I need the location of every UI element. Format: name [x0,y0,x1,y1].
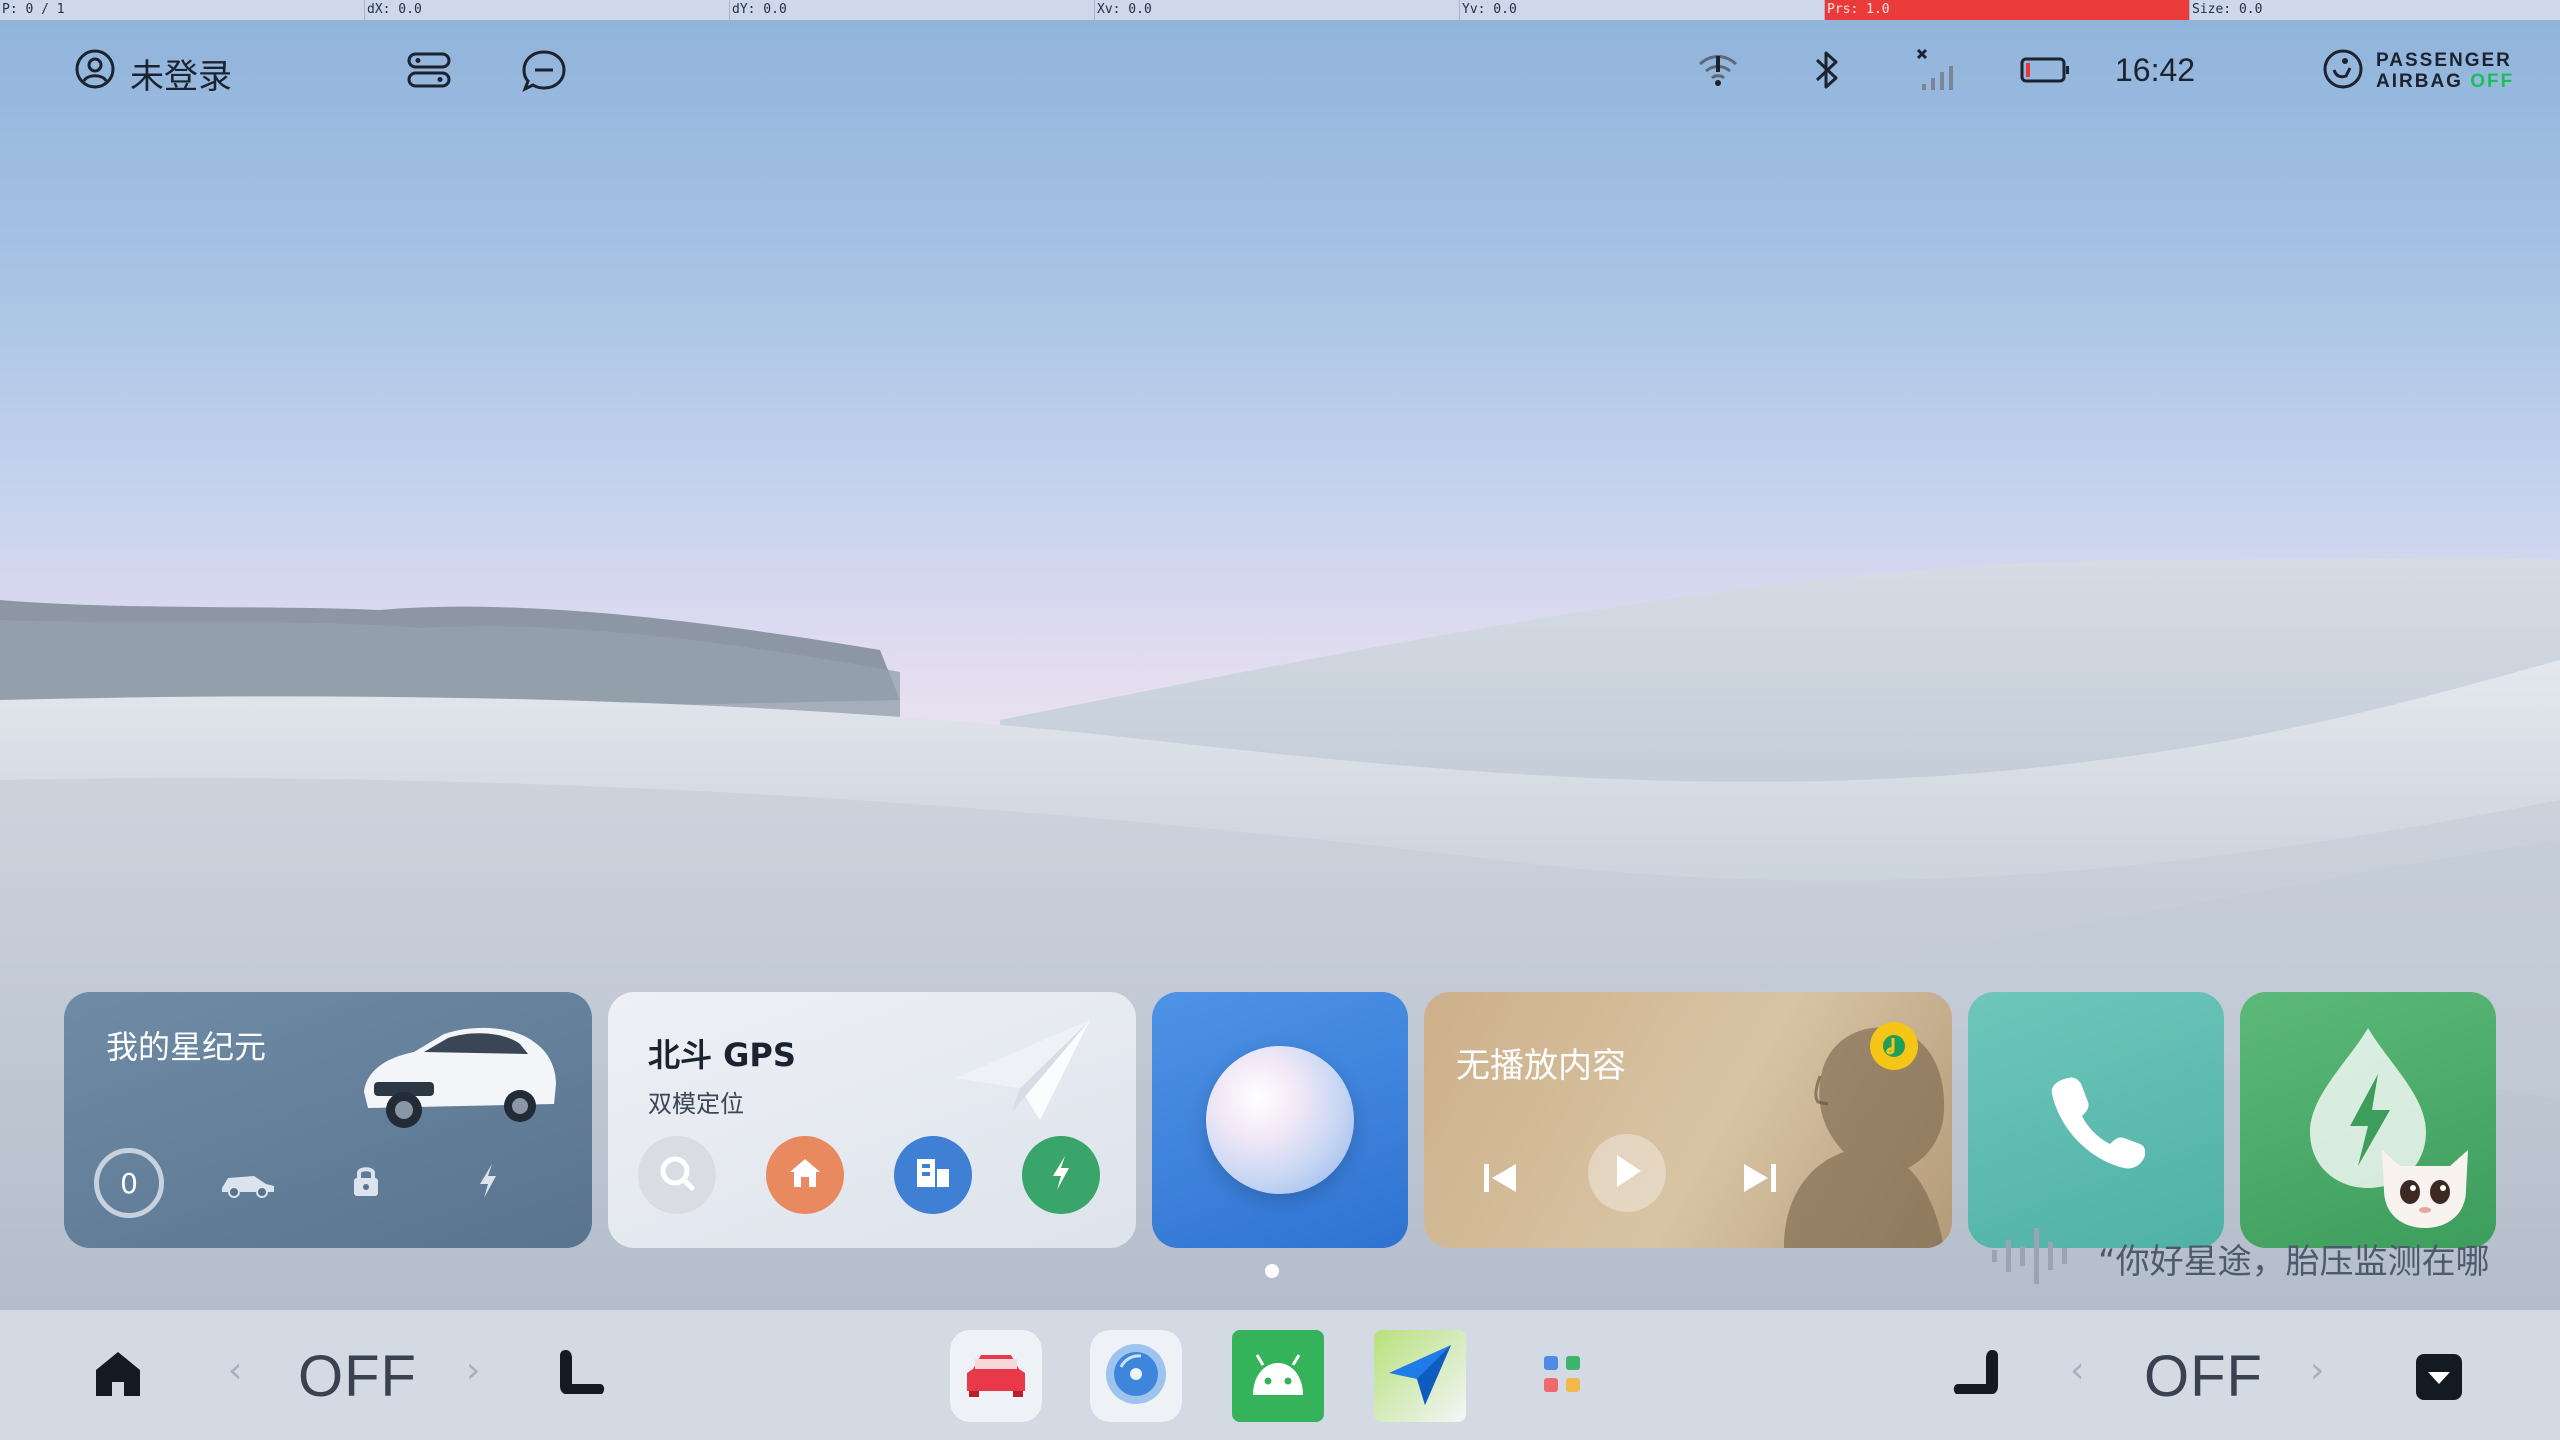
app-grid-icon [1540,1352,1584,1400]
voice-hint-text: “你好星途，胎压监测在哪 [2098,1241,2490,1282]
phone-card[interactable] [1968,992,2224,1248]
right-seat-prev-arrow[interactable]: ‹ [2070,1350,2084,1391]
navigation-card[interactable]: 北斗 GPS 双模定位 [608,992,1136,1248]
music-app-icon [1870,1022,1918,1070]
media-player-app[interactable] [1090,1330,1182,1422]
voice-assistant-card[interactable] [1152,992,1408,1248]
passenger-airbag-indicator: PASSENGER AIRBAG OFF [2322,48,2514,94]
previous-icon[interactable] [1478,1158,1522,1198]
right-seat-icon[interactable] [1950,1346,2002,1402]
left-seat-next-arrow[interactable]: › [466,1350,480,1391]
car-settings-app[interactable] [950,1330,1042,1422]
cellular-signal-icon [1914,46,1962,94]
app-grid[interactable] [1516,1330,1608,1422]
login-status-text: 未登录 [130,57,232,97]
album-portrait [1724,992,1952,1248]
voice-wave-icon [1990,1226,2080,1290]
airbag-icon [2322,48,2364,94]
assistant-orb-icon [1206,1046,1354,1194]
toggle-panel-icon[interactable] [406,50,452,90]
home-button[interactable] [92,1348,144,1404]
left-seat-heat-state[interactable]: OFF [298,1343,417,1410]
debug-xv: Xv: 0.0 [1095,0,1460,20]
music-status-text: 无播放内容 [1456,1046,1626,1086]
navigation-subtitle: 双模定位 [648,1090,744,1118]
user-icon [74,48,116,99]
home-icon [787,1155,823,1195]
right-seat-next-arrow[interactable]: › [2310,1350,2324,1391]
debug-yv: Yv: 0.0 [1460,0,1825,20]
debug-pointer: P: 0 / 1 [0,0,365,20]
energy-card[interactable] [2240,992,2496,1248]
disc-icon [1103,1341,1169,1411]
play-button[interactable] [1588,1134,1666,1212]
right-seat-heat-state[interactable]: OFF [2144,1343,2263,1410]
bluetooth-icon [1812,48,1842,92]
navigation-title: 北斗 GPS [648,1036,796,1074]
voice-hint: “你好星途，胎压监测在哪 [1990,1226,2490,1290]
navigation-app[interactable] [1374,1330,1466,1422]
debug-size: Size: 0.0 [2192,2,2263,17]
battery-icon [2020,56,2070,84]
paper-plane-icon [948,1016,1098,1130]
car-counter-badge[interactable]: 0 [94,1148,164,1218]
car-counter-value: 0 [120,1166,138,1200]
nav-charging-button[interactable] [1022,1136,1100,1214]
car-image [344,1012,564,1146]
my-car-title: 我的星纪元 [106,1028,267,1066]
pointer-debug-bar: P: 0 / 1 dX: 0.0 dY: 0.0 Xv: 0.0 Yv: 0.0… [0,0,2560,20]
debug-pressure: Prs: 1.0 [1825,0,2190,20]
android-app[interactable] [1232,1330,1324,1422]
navigation-arrow-icon [1385,1339,1455,1413]
debug-dx: dX: 0.0 [365,0,730,20]
airbag-state: OFF [2470,71,2515,92]
login-button[interactable]: 未登录 [74,48,232,99]
page-indicator-dot[interactable] [1265,1264,1279,1278]
status-bar: 未登录 16:42 PASSENGER AIRBAG OFF [0,20,2560,124]
bottom-dock: ‹ OFF › ‹ OFF › [0,1310,2560,1440]
nav-home-button[interactable] [766,1136,844,1214]
android-icon [1243,1349,1313,1403]
charging-bolt-icon[interactable] [476,1162,500,1200]
home-icon [92,1348,144,1404]
left-seat-prev-arrow[interactable]: ‹ [228,1350,242,1391]
my-car-card[interactable]: 我的星纪元 0 [64,992,592,1248]
nav-search-button[interactable] [638,1136,716,1214]
search-icon [657,1153,697,1197]
airbag-label-line1: PASSENGER [2376,50,2512,71]
next-icon[interactable] [1738,1158,1782,1198]
dropdown-button[interactable] [2414,1352,2464,1406]
car-front-icon [963,1349,1029,1403]
message-icon[interactable] [520,48,568,94]
debug-dy: dY: 0.0 [730,0,1095,20]
left-seat-icon[interactable] [556,1346,608,1402]
airbag-label-line2: AIRBAG [2376,71,2463,92]
nav-company-button[interactable] [894,1136,972,1214]
car-side-icon[interactable] [218,1168,278,1198]
mascot-cat[interactable] [2370,1130,2480,1234]
play-icon [1609,1151,1645,1195]
lock-icon[interactable] [350,1164,382,1198]
clock: 16:42 [2115,52,2196,88]
dropdown-icon [2414,1352,2464,1406]
company-icon [913,1155,953,1195]
phone-icon [2046,1070,2146,1174]
wifi-icon [1696,52,1740,88]
charging-bolt-icon [1049,1154,1073,1196]
music-card[interactable]: 无播放内容 [1424,992,1952,1248]
